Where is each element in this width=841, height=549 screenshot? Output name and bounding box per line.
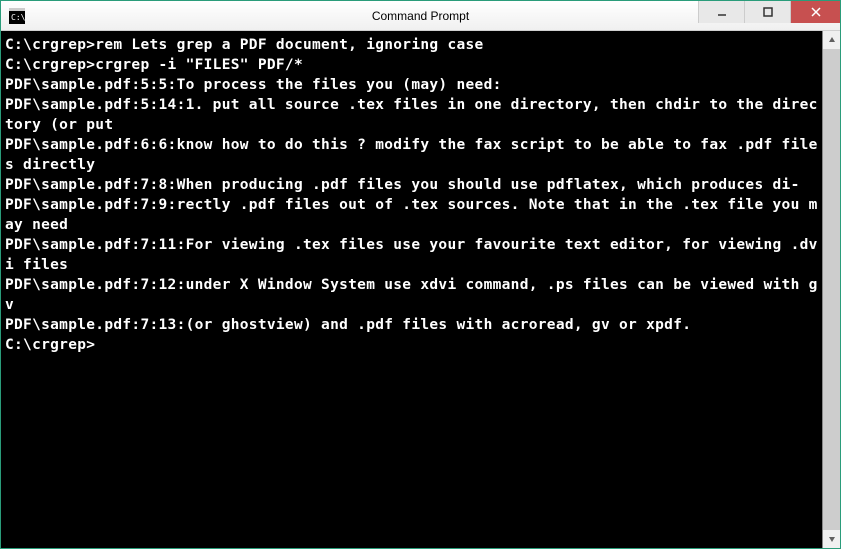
close-button[interactable] [790, 1, 840, 23]
terminal-line: PDF\sample.pdf:5:5:To process the files … [5, 75, 820, 95]
command-prompt-window: C:\ Command Prompt C:\crgrep>rem Lets gr… [0, 0, 841, 549]
scroll-thumb[interactable] [823, 49, 840, 530]
cmd-icon: C:\ [9, 8, 25, 24]
terminal-line: C:\crgrep> [5, 335, 820, 355]
terminal-line: C:\crgrep>rem Lets grep a PDF document, … [5, 35, 820, 55]
window-controls [698, 1, 840, 30]
terminal-line: PDF\sample.pdf:6:6:know how to do this ?… [5, 135, 820, 175]
terminal-line: PDF\sample.pdf:7:11:For viewing .tex fil… [5, 235, 820, 275]
scroll-up-arrow[interactable] [823, 31, 840, 49]
scroll-down-arrow[interactable] [823, 530, 840, 548]
terminal-line: PDF\sample.pdf:7:13:(or ghostview) and .… [5, 315, 820, 335]
terminal-line: PDF\sample.pdf:7:12:under X Window Syste… [5, 275, 820, 315]
maximize-button[interactable] [744, 1, 790, 23]
terminal-line: PDF\sample.pdf:7:8:When producing .pdf f… [5, 175, 820, 195]
terminal-output[interactable]: C:\crgrep>rem Lets grep a PDF document, … [1, 31, 822, 548]
terminal-line: C:\crgrep>crgrep -i "FILES" PDF/* [5, 55, 820, 75]
terminal-line: PDF\sample.pdf:5:14:1. put all source .t… [5, 95, 820, 135]
titlebar[interactable]: C:\ Command Prompt [1, 1, 840, 31]
minimize-button[interactable] [698, 1, 744, 23]
vertical-scrollbar[interactable] [822, 31, 840, 548]
terminal-line: PDF\sample.pdf:7:9:rectly .pdf files out… [5, 195, 820, 235]
terminal-area: C:\crgrep>rem Lets grep a PDF document, … [1, 31, 840, 548]
scroll-track[interactable] [823, 49, 840, 530]
svg-text:C:\: C:\ [11, 13, 25, 22]
